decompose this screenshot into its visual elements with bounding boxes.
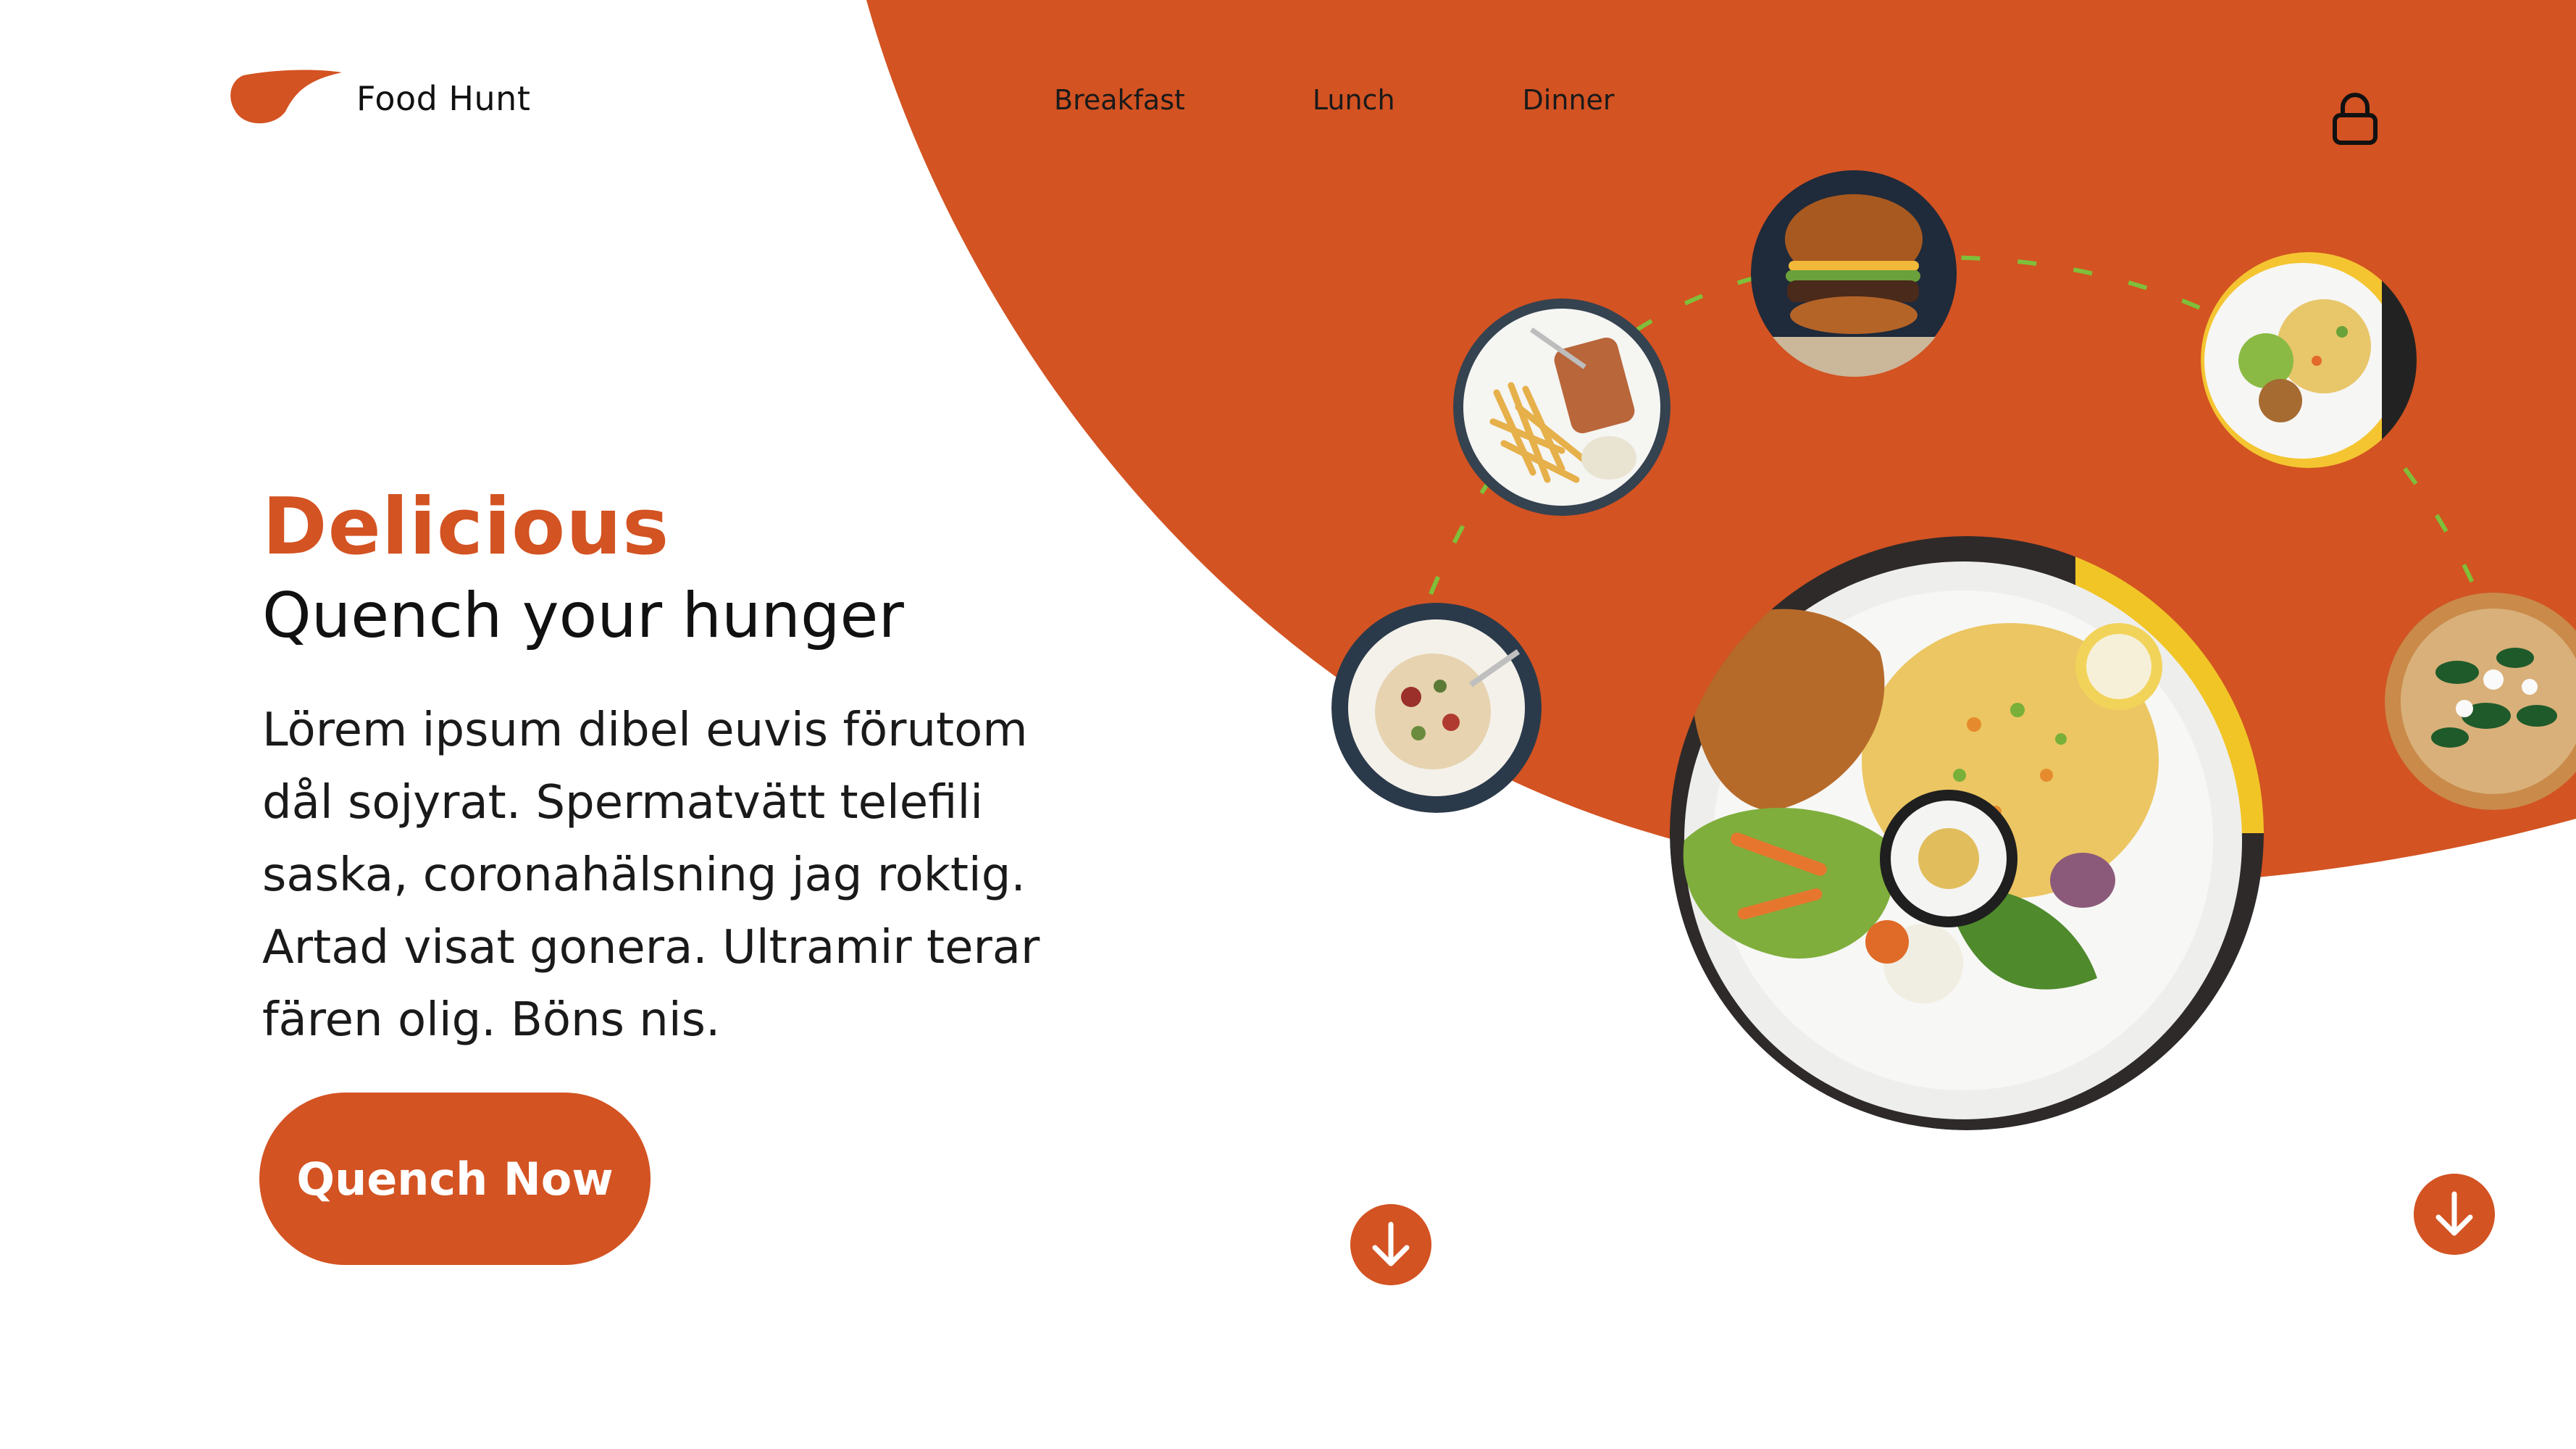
nav-item-breakfast[interactable]: Breakfast (1054, 84, 1185, 116)
scroll-down-button[interactable] (1350, 1204, 1431, 1285)
hero-title: Delicious (262, 482, 670, 572)
hero-subtitle: Quench your hunger (262, 580, 904, 652)
logo-mark-icon (230, 70, 342, 124)
burger-image[interactable] (1751, 170, 1957, 377)
brand-logo[interactable]: Food Hunt (229, 70, 530, 128)
fish-and-chips-image[interactable] (1453, 298, 1670, 516)
nav-item-lunch[interactable]: Lunch (1313, 84, 1395, 116)
hero-section: Delicious Quench your hunger Lörem ipsum… (262, 482, 1088, 1056)
hero-description: Lörem ipsum dibel euvis förutom dål sojy… (262, 703, 1040, 1047)
featured-rice-plate-image[interactable] (1670, 536, 2264, 1130)
quench-now-button[interactable]: Quench Now (259, 1093, 651, 1265)
brand-name: Food Hunt (356, 79, 531, 118)
nav-item-dinner[interactable]: Dinner (1523, 84, 1615, 116)
rice-bowl-image[interactable] (2201, 252, 2417, 468)
carousel-next-button[interactable] (2414, 1174, 2495, 1255)
pasta-plate-image[interactable] (1331, 603, 1542, 813)
lock-icon[interactable] (2331, 91, 2379, 146)
main-nav: Breakfast Lunch Dinner (1054, 84, 1742, 116)
